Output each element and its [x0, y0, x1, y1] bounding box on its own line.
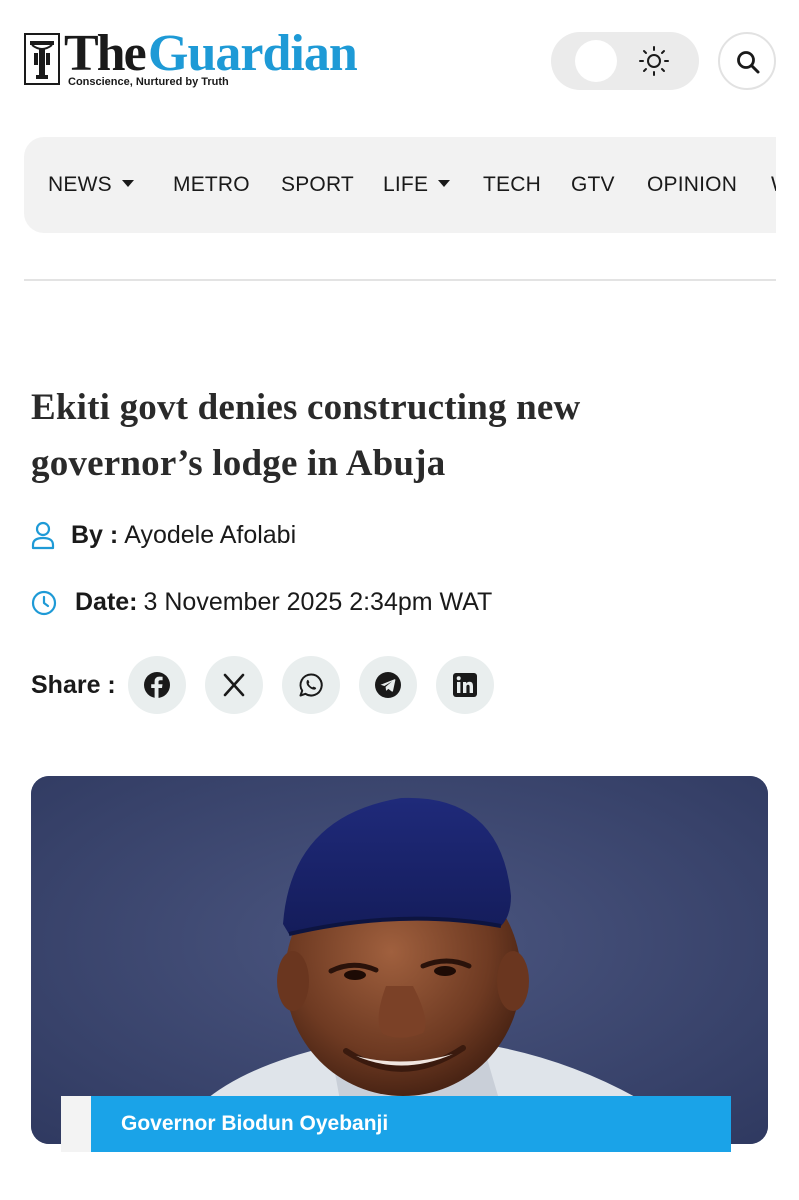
logo-text-guardian: Guardian	[148, 25, 358, 82]
nav-item-tech[interactable]: TECH	[483, 173, 541, 197]
image-caption-bar: Governor Biodun Oyebanji	[61, 1096, 731, 1152]
share-whatsapp-button[interactable]	[281, 656, 340, 714]
nav-item-label: TECH	[483, 173, 541, 196]
image-caption: Governor Biodun Oyebanji	[91, 1096, 731, 1152]
site-header: The Guardian Conscience, Nurtured by Tru…	[0, 0, 799, 120]
nav-item-label: NEWS	[48, 173, 112, 196]
nav-item-gtv[interactable]: GTV	[571, 173, 615, 197]
nav-item-opinion[interactable]: OPINION	[647, 173, 737, 197]
header-divider	[24, 279, 776, 281]
article-headline: Ekiti govt denies constructing new gover…	[31, 387, 581, 484]
share-bar: Share :	[31, 656, 513, 714]
nav-item-label: OPINION	[647, 173, 738, 196]
nav-item-label: SPORT	[281, 173, 354, 196]
article-hero-image	[31, 776, 768, 1144]
chevron-down-icon	[121, 179, 134, 187]
date-label: Date:	[75, 588, 138, 616]
logo-tagline: Conscience, Nurtured by Truth	[68, 76, 229, 88]
x-icon	[223, 673, 245, 697]
share-x-button[interactable]	[204, 656, 263, 714]
nav-item-label: GTV	[571, 173, 615, 196]
chevron-down-icon	[438, 179, 451, 187]
whatsapp-icon	[299, 673, 323, 697]
telegram-icon	[374, 672, 401, 698]
nav-item-sport[interactable]: SPORT	[281, 173, 354, 197]
facebook-icon	[143, 672, 170, 698]
main-nav: NEWS METRO SPORT LIFE TECH GTV OPINION W	[24, 137, 776, 233]
share-telegram-button[interactable]	[358, 656, 417, 714]
publish-date: 3 November 2025 2:34pm WAT	[143, 588, 493, 616]
theme-toggle[interactable]	[551, 32, 699, 90]
author-label: By :	[71, 520, 119, 549]
author-name[interactable]: Ayodele Afolabi	[124, 521, 296, 550]
nav-item-life[interactable]: LIFE	[383, 173, 451, 197]
clock-icon	[31, 590, 57, 615]
logo-text-the: The	[64, 25, 147, 82]
nav-item-metro[interactable]: METRO	[173, 173, 250, 197]
nav-item-label: LIFE	[383, 173, 429, 196]
linkedin-icon	[452, 673, 477, 697]
share-linkedin-button[interactable]	[435, 656, 494, 714]
nav-item-news[interactable]: NEWS	[48, 173, 134, 197]
date-row: Date: 3 November 2025 2:34pm WAT	[31, 588, 492, 617]
share-facebook-button[interactable]	[127, 656, 186, 714]
share-label: Share :	[31, 670, 116, 699]
toggle-knob	[575, 40, 617, 82]
search-icon	[737, 51, 760, 74]
nav-item-label: W	[771, 173, 776, 196]
guardian-logo[interactable]: The Guardian Conscience, Nurtured by Tru…	[24, 25, 394, 92]
logo-emblem-icon	[24, 33, 60, 85]
search-button[interactable]	[718, 32, 776, 90]
author-row: By : Ayodele Afolabi	[31, 520, 296, 550]
nav-item-label: METRO	[173, 173, 250, 196]
sun-icon	[639, 46, 669, 76]
governor-portrait-image	[31, 776, 768, 1144]
nav-item-overflow[interactable]: W	[771, 173, 776, 197]
user-icon	[31, 521, 55, 550]
